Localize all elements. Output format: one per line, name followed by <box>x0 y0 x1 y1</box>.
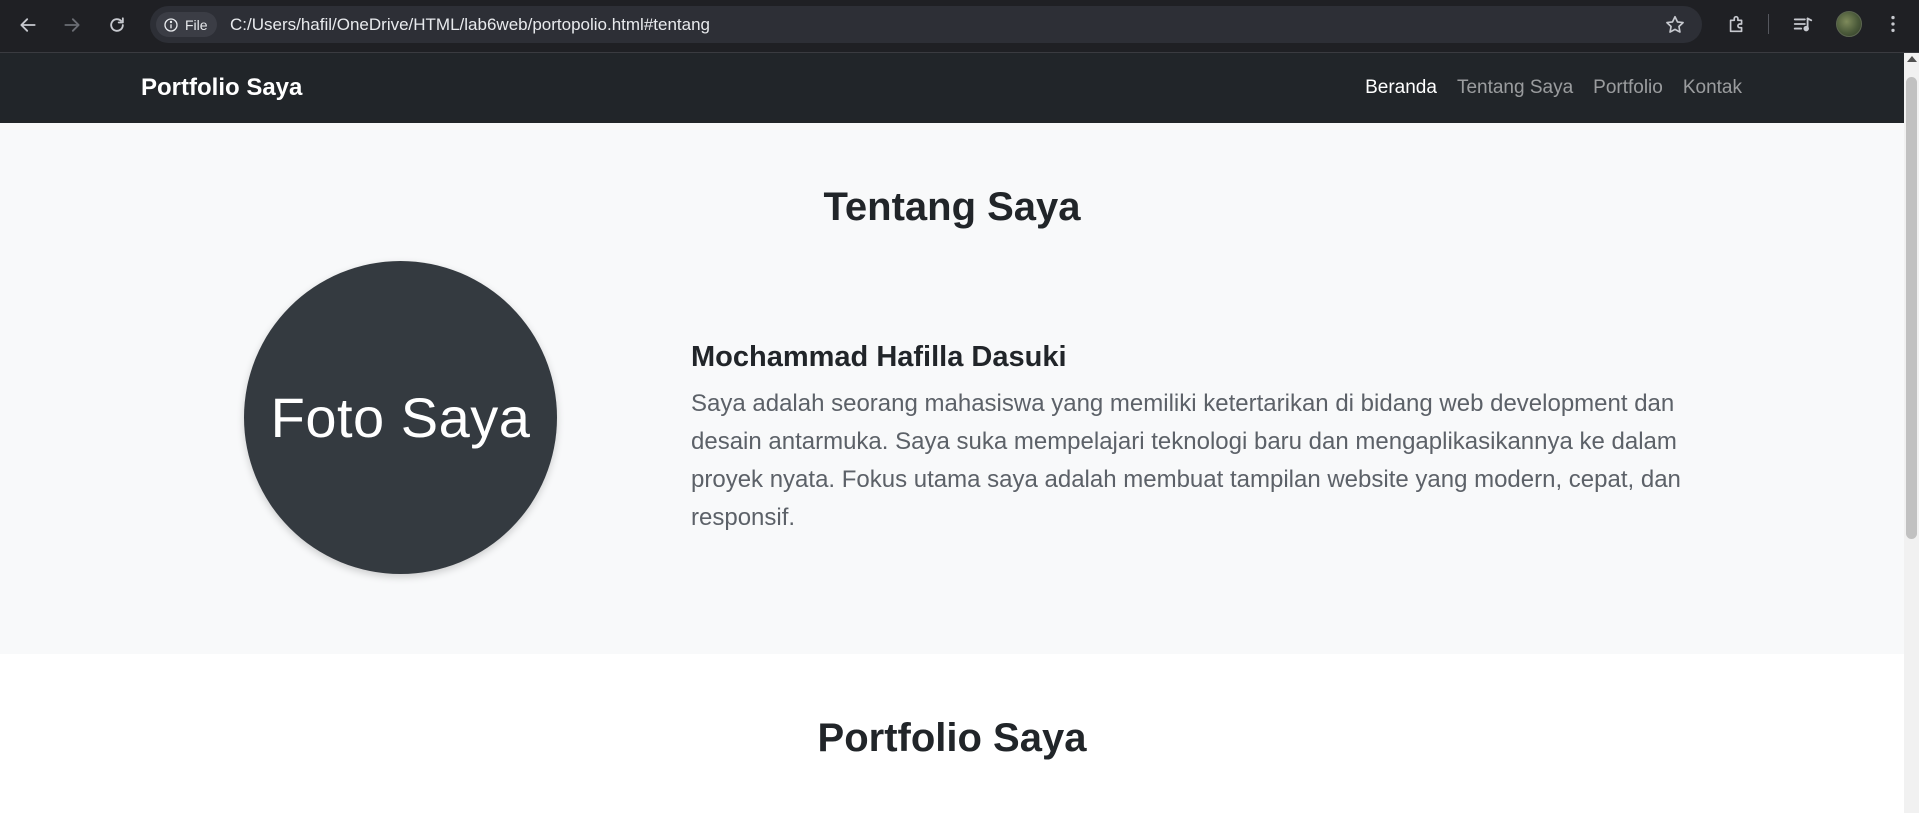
browser-menu-icon[interactable] <box>1880 11 1906 37</box>
nav-link-beranda[interactable]: Beranda <box>1355 77 1447 99</box>
back-arrow-icon[interactable] <box>13 10 43 40</box>
url-text[interactable]: C:/Users/hafil/OneDrive/HTML/lab6web/por… <box>230 15 710 35</box>
extensions-icon[interactable] <box>1724 11 1750 37</box>
about-section-title: Tentang Saya <box>823 185 1081 229</box>
address-bar[interactable]: File C:/Users/hafil/OneDrive/HTML/lab6we… <box>150 6 1702 43</box>
about-section: Tentang Saya Foto Saya Mochammad Hafilla… <box>0 123 1904 654</box>
profile-avatar[interactable] <box>1836 11 1862 37</box>
scroll-up-arrow-icon[interactable] <box>1907 56 1917 62</box>
navbar-brand[interactable]: Portfolio Saya <box>141 74 302 102</box>
about-name: Mochammad Hafilla Dasuki <box>691 341 1067 373</box>
profile-photo-placeholder: Foto Saya <box>244 261 557 574</box>
nav-link-portfolio[interactable]: Portfolio <box>1583 77 1673 99</box>
info-icon <box>164 17 178 32</box>
site-info-chip[interactable]: File <box>156 12 217 37</box>
nav-link-kontak[interactable]: Kontak <box>1673 77 1752 99</box>
site-chip-label: File <box>185 16 208 33</box>
site-navbar: Portfolio Saya Beranda Tentang Saya Port… <box>0 53 1904 123</box>
reload-icon[interactable] <box>102 10 132 40</box>
browser-toolbar: File C:/Users/hafil/OneDrive/HTML/lab6we… <box>0 0 1919 53</box>
navbar-links: Beranda Tentang Saya Portfolio Kontak <box>1355 77 1752 99</box>
scrollbar-thumb[interactable] <box>1906 77 1917 539</box>
portfolio-section-title: Portfolio Saya <box>817 716 1087 760</box>
about-description: Saya adalah seorang mahasiswa yang memil… <box>691 390 1681 531</box>
nav-link-tentang-saya[interactable]: Tentang Saya <box>1447 77 1583 99</box>
portfolio-section: Portfolio Saya <box>0 654 1904 813</box>
toolbar-divider <box>1768 14 1769 34</box>
media-queue-icon[interactable] <box>1790 11 1816 37</box>
photo-label: Foto Saya <box>270 386 531 449</box>
bookmark-star-icon[interactable] <box>1664 14 1686 36</box>
page-scrollbar[interactable] <box>1904 53 1919 813</box>
forward-arrow-icon[interactable] <box>57 10 87 40</box>
